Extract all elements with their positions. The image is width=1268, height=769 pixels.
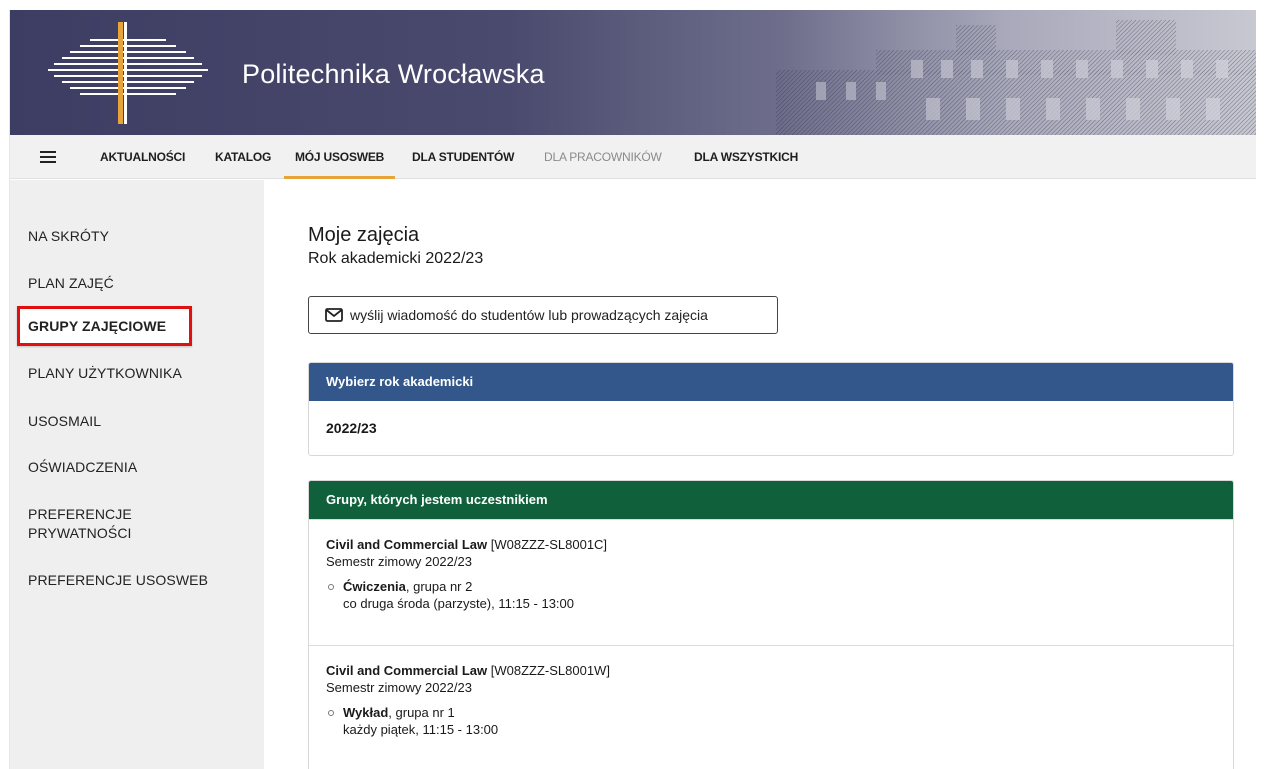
main-nav: AKTUALNOŚCI KATALOG MÓJ USOSWEB DLA STUD…: [10, 135, 1256, 179]
sidebar-item-preferencje-prywatnosci[interactable]: PREFERENCJE PRYWATNOŚCI: [28, 505, 132, 543]
sidebar-item-preferencje-usosweb[interactable]: PREFERENCJE USOSWEB: [28, 571, 208, 590]
year-panel-heading: Wybierz rok akademicki: [309, 363, 1233, 401]
course-code: [W08ZZZ-SL8001C]: [490, 537, 608, 552]
course-title[interactable]: Civil and Commercial Law [W08ZZZ-SL8001W…: [326, 662, 1216, 679]
course-group[interactable]: Wykład, grupa nr 1: [326, 704, 1216, 721]
page-title: Moje zajęcia: [308, 224, 420, 246]
site-header: Politechnika Wrocławska: [10, 10, 1256, 135]
sidebar-item-na-skroty[interactable]: NA SKRÓTY: [28, 227, 109, 246]
course-semester: Semestr zimowy 2022/23: [326, 554, 472, 569]
sidebar-item-label-line2: PRYWATNOŚCI: [28, 525, 132, 541]
bullet-icon: [328, 584, 334, 590]
pwr-logo-icon[interactable]: [38, 18, 218, 130]
course-item: Civil and Commercial Law [W08ZZZ-SL8001W…: [309, 645, 1233, 769]
group-type: Wykład: [343, 705, 389, 720]
building-illustration: [776, 20, 1256, 135]
course-name: Civil and Commercial Law: [326, 537, 488, 552]
course-group[interactable]: Ćwiczenia, grupa nr 2: [326, 578, 1216, 595]
sidebar-item-plany-uzytkownika[interactable]: PLANY UŻYTKOWNIKA: [28, 364, 182, 383]
site-title[interactable]: Politechnika Wrocławska: [242, 59, 545, 90]
year-panel: Wybierz rok akademicki 2022/23: [308, 362, 1234, 456]
page-top-margin: [0, 0, 1268, 10]
nav-item-moj-usosweb[interactable]: MÓJ USOSWEB: [284, 135, 396, 179]
course-schedule: każdy piątek, 11:15 - 13:00: [343, 722, 499, 737]
nav-item-aktualnosci[interactable]: AKTUALNOŚCI: [100, 135, 185, 179]
send-message-label: wyślij wiadomość do studentów lub prowad…: [350, 307, 708, 323]
group-type: Ćwiczenia: [343, 579, 406, 594]
nav-item-dla-wszystkich[interactable]: DLA WSZYSTKICH: [694, 135, 798, 179]
sidebar-item-plan-zajec[interactable]: PLAN ZAJĘĆ: [28, 274, 114, 293]
nav-item-dla-pracownikow[interactable]: DLA PRACOWNIKÓW: [544, 135, 662, 179]
nav-item-katalog[interactable]: KATALOG: [215, 135, 271, 179]
page-left-edge: [0, 10, 10, 769]
course-name: Civil and Commercial Law: [326, 663, 488, 678]
course-item: Civil and Commercial Law [W08ZZZ-SL8001C…: [309, 519, 1233, 645]
sidebar-item-usosmail[interactable]: USOSMAIL: [28, 412, 101, 431]
year-value[interactable]: 2022/23: [309, 401, 1233, 455]
sidebar-item-oswiadczenia[interactable]: OŚWIADCZENIA: [28, 458, 137, 477]
nav-item-dla-studentow[interactable]: DLA STUDENTÓW: [412, 135, 514, 179]
course-semester: Semestr zimowy 2022/23: [326, 680, 472, 695]
group-number: , grupa nr 2: [405, 579, 473, 594]
groups-panel: Grupy, których jestem uczestnikiem Civil…: [308, 480, 1234, 769]
course-schedule: co druga środa (parzyste), 11:15 - 13:00: [343, 596, 574, 611]
sidebar-item-grupy-zajeciowe[interactable]: GRUPY ZAJĘCIOWE: [28, 317, 166, 336]
group-number: , grupa nr 1: [388, 705, 455, 720]
course-code: [W08ZZZ-SL8001W]: [490, 663, 610, 678]
groups-panel-heading: Grupy, których jestem uczestnikiem: [309, 481, 1233, 519]
envelope-icon: [325, 308, 343, 322]
page-subtitle: Rok akademicki 2022/23: [308, 250, 484, 267]
sidebar-item-label-line1: PREFERENCJE: [28, 506, 132, 522]
bullet-icon: [328, 710, 334, 716]
send-message-button[interactable]: wyślij wiadomość do studentów lub prowad…: [308, 296, 778, 334]
hamburger-menu-icon[interactable]: [40, 151, 56, 163]
course-title[interactable]: Civil and Commercial Law [W08ZZZ-SL8001C…: [326, 536, 1216, 553]
